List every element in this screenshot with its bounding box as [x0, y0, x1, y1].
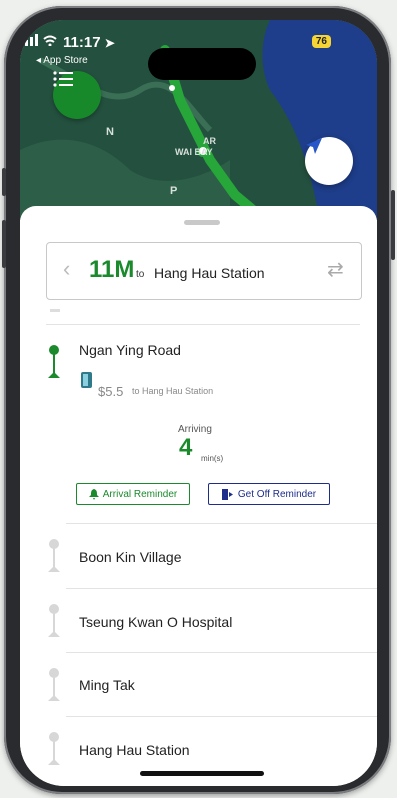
stop-pin-icon: [48, 668, 60, 701]
list-icon: [53, 71, 73, 87]
map-label: WAI BAY: [175, 147, 213, 157]
arriving-unit: min(s): [201, 454, 224, 463]
stop-name: Hang Hau Station: [79, 742, 190, 758]
screen: N P AR WAI BAY 11:17 ➤ ◂ App Store 76 ‹ …: [20, 20, 377, 786]
swap-direction-icon[interactable]: ⇄: [327, 257, 344, 282]
navigation-arrow-icon: [306, 138, 322, 154]
stop-pin-icon: [48, 604, 60, 637]
divider: [66, 523, 377, 524]
menu-button[interactable]: [53, 71, 101, 119]
octopus-card-icon: [81, 372, 92, 388]
route-destination: Hang Hau Station: [154, 265, 265, 281]
stop-name: Boon Kin Village: [79, 549, 182, 565]
map[interactable]: N P AR WAI BAY 11:17 ➤ ◂ App Store 76: [20, 20, 377, 220]
battery-icon: 76: [311, 35, 331, 48]
signal-wifi-icon: [20, 34, 57, 46]
arriving-value: 4: [179, 434, 193, 461]
fare-destination: to Hang Hau Station: [132, 386, 214, 396]
stop-pin-icon: [48, 732, 60, 765]
locate-button[interactable]: [305, 137, 353, 185]
divider: [66, 652, 377, 653]
divider: [66, 588, 377, 589]
home-indicator[interactable]: [140, 771, 264, 776]
side-button: [2, 220, 6, 268]
get-off-reminder-button[interactable]: Get Off Reminder: [208, 483, 330, 505]
current-stop-icon: [48, 345, 60, 378]
stop-pin-icon: [48, 539, 60, 572]
divider: [66, 716, 377, 717]
map-label: P: [170, 185, 178, 197]
dynamic-island: [148, 48, 256, 80]
stop-name: Tseung Kwan O Hospital: [79, 614, 233, 630]
status-time: 11:17 ➤: [63, 34, 115, 51]
divider: [46, 324, 360, 325]
fare-amount: $5.5: [98, 384, 124, 399]
map-label: AR: [203, 136, 216, 146]
arrival-reminder-button[interactable]: Arrival Reminder: [76, 483, 190, 505]
chevron-left-icon[interactable]: ‹: [63, 256, 70, 282]
side-button: [391, 190, 395, 260]
route-card: ‹ 11M to Hang Hau Station ⇄: [46, 242, 362, 300]
route-number: 11M: [89, 256, 135, 283]
prev-stop-marker: [50, 309, 60, 312]
get-off-reminder-label: Get Off Reminder: [237, 488, 317, 500]
bell-icon: [88, 488, 99, 500]
back-to-app-link[interactable]: ◂ App Store: [36, 55, 88, 66]
sheet-handle[interactable]: [184, 220, 220, 225]
route-to-label: to: [136, 269, 145, 280]
map-label: N: [106, 126, 114, 138]
stop-name: Ngan Ying Road: [79, 342, 181, 358]
side-button: [2, 168, 6, 196]
exit-door-icon: [221, 488, 233, 500]
arrival-reminder-label: Arrival Reminder: [102, 488, 178, 500]
status-bar: 11:17 ➤ ◂ App Store 76: [20, 34, 377, 80]
stop-name: Ming Tak: [79, 677, 135, 693]
